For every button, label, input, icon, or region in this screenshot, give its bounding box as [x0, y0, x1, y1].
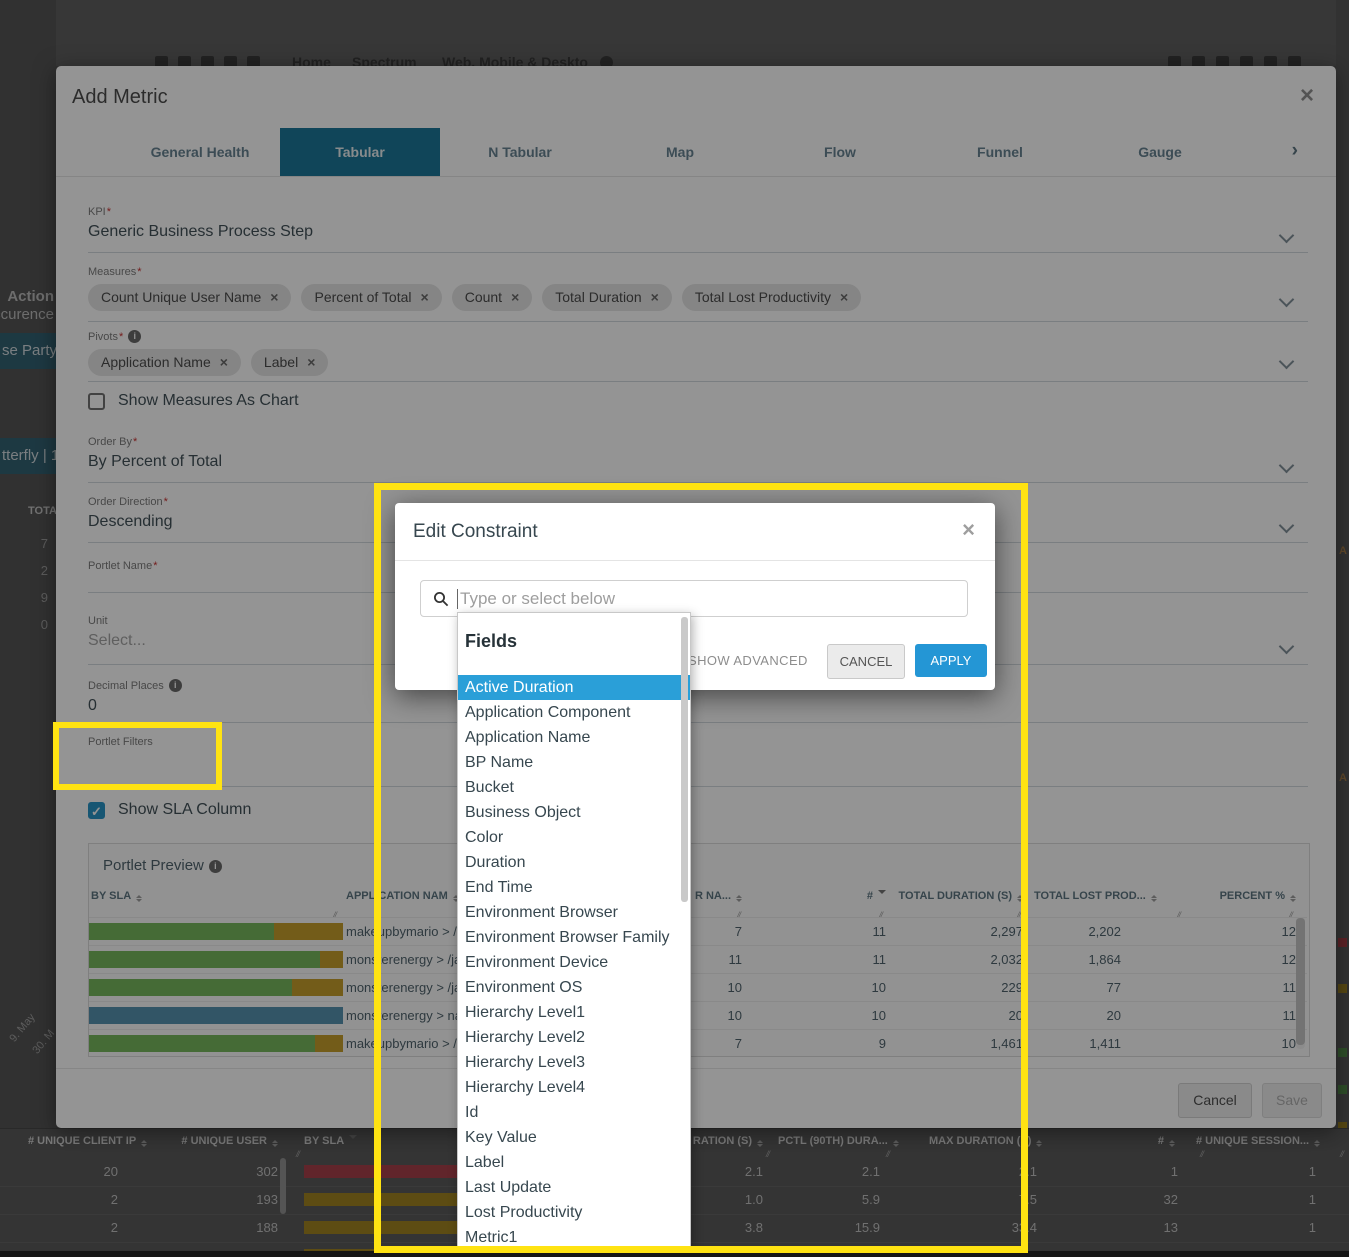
field-option[interactable]: Id: [458, 1100, 690, 1125]
field-option[interactable]: Environment Browser: [458, 900, 690, 925]
field-option[interactable]: Last Update: [458, 1175, 690, 1200]
dialog-header: Edit Constraint ×: [395, 503, 995, 561]
field-option[interactable]: Metric1: [458, 1225, 690, 1250]
field-option[interactable]: Hierarchy Level1: [458, 1000, 690, 1025]
field-option[interactable]: Hierarchy Level2: [458, 1025, 690, 1050]
field-option[interactable]: End Time: [458, 875, 690, 900]
dialog-cancel-button[interactable]: CANCEL: [827, 644, 905, 679]
dialog-title: Edit Constraint: [413, 503, 538, 560]
field-option[interactable]: Environment Browser Family: [458, 925, 690, 950]
text-caret: [457, 589, 458, 609]
field-option[interactable]: Duration: [458, 850, 690, 875]
field-option[interactable]: Environment OS: [458, 975, 690, 1000]
field-option[interactable]: Application Name: [458, 725, 690, 750]
screen: Home Spectrum Web, Mobile & Deskto Actio…: [0, 0, 1349, 1257]
field-option[interactable]: BP Name: [458, 750, 690, 775]
scrollbar-thumb[interactable]: [681, 617, 688, 902]
field-option[interactable]: Business Object: [458, 800, 690, 825]
search-placeholder: Type or select below: [460, 589, 615, 609]
close-icon[interactable]: ×: [962, 517, 975, 543]
fields-dropdown: Fields Active DurationApplication Compon…: [457, 612, 691, 1257]
field-option[interactable]: Color: [458, 825, 690, 850]
field-option[interactable]: Hierarchy Level4: [458, 1075, 690, 1100]
window-bottom-edge: [0, 1251, 1349, 1257]
search-icon: [433, 591, 449, 607]
show-advanced-button[interactable]: SHOW ADVANCED: [688, 644, 808, 677]
field-option[interactable]: Environment Device: [458, 950, 690, 975]
field-option[interactable]: Bucket: [458, 775, 690, 800]
dropdown-group-label: Fields: [465, 631, 517, 652]
field-option[interactable]: Hierarchy Level3: [458, 1050, 690, 1075]
field-option[interactable]: Label: [458, 1150, 690, 1175]
field-option[interactable]: Application Component: [458, 700, 690, 725]
field-option[interactable]: Lost Productivity: [458, 1200, 690, 1225]
field-option[interactable]: Active Duration: [458, 675, 690, 700]
scrollbar-track[interactable]: [681, 617, 688, 1247]
dialog-apply-button[interactable]: APPLY: [915, 644, 987, 677]
field-option[interactable]: Key Value: [458, 1125, 690, 1150]
